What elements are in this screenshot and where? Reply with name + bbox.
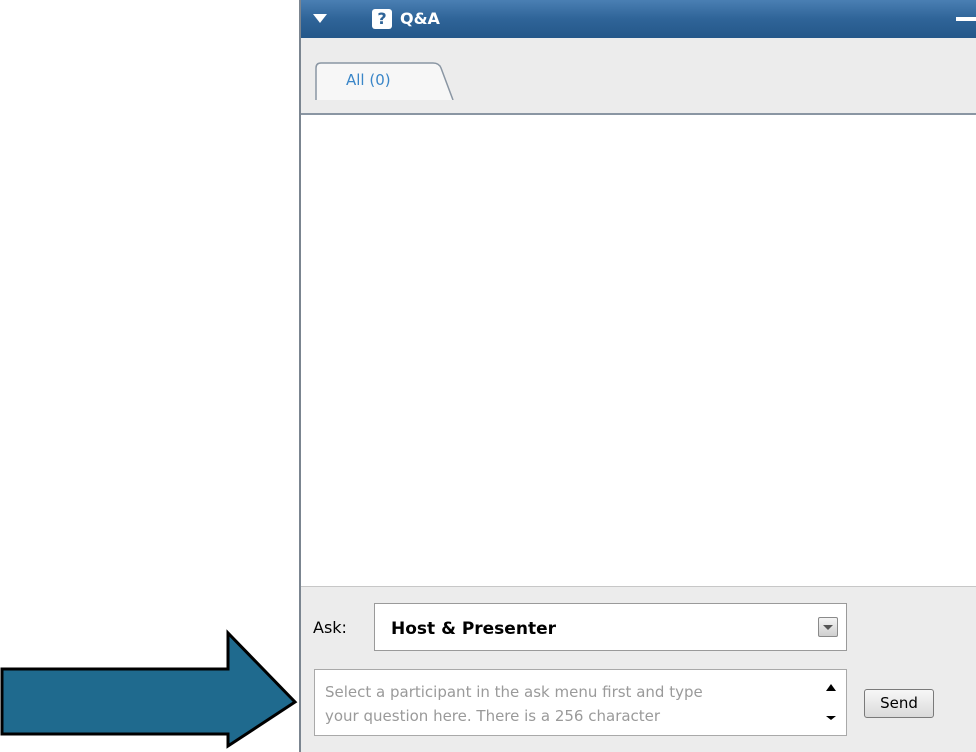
placeholder-line-2: your question here. There is a 256 chara… (325, 707, 661, 725)
question-placeholder: Select a participant in the ask menu fir… (325, 680, 815, 728)
arrow-right-icon (0, 629, 298, 749)
ask-selected-value: Host & Presenter (391, 619, 556, 639)
tab-all-label: All (0) (346, 71, 391, 89)
ask-label: Ask: (313, 618, 347, 637)
scroll-up-icon[interactable] (826, 684, 836, 691)
send-button[interactable]: Send (864, 689, 934, 718)
qa-panel: ? Q&A All (0) Ask: Host & Presenter Sele… (299, 0, 976, 752)
triangle-down-icon[interactable] (313, 14, 327, 23)
screen: ? Q&A All (0) Ask: Host & Presenter Sele… (0, 0, 976, 752)
dropdown-triangle (823, 625, 833, 630)
placeholder-line-1: Select a participant in the ask menu fir… (325, 683, 703, 701)
chevron-down-icon[interactable] (818, 617, 838, 637)
minimize-icon[interactable] (956, 17, 976, 21)
question-icon: ? (372, 9, 392, 29)
question-list (301, 115, 976, 587)
scroll-down-icon[interactable] (826, 716, 836, 720)
tab-strip: All (0) (301, 38, 976, 115)
ask-select[interactable]: Host & Presenter (374, 603, 847, 651)
question-input[interactable]: Select a participant in the ask menu fir… (314, 669, 847, 736)
panel-titlebar: ? Q&A (301, 0, 976, 38)
tab-all[interactable]: All (0) (315, 62, 455, 100)
panel-title: Q&A (400, 9, 440, 28)
